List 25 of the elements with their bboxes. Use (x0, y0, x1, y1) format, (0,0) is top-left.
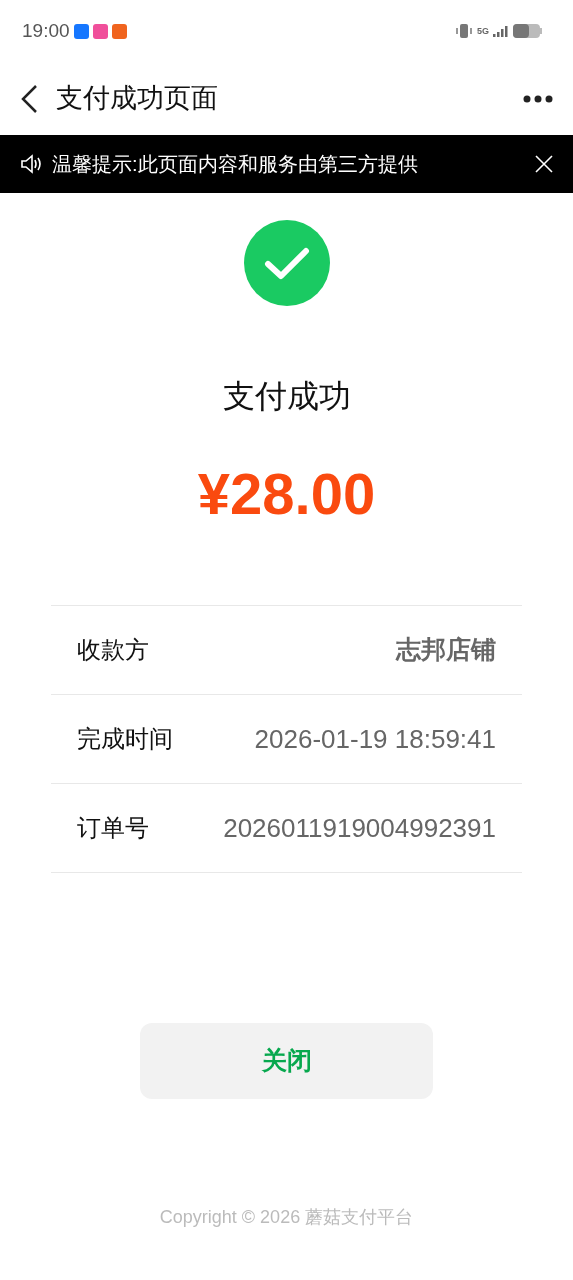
app-notification-icon (92, 23, 108, 39)
detail-label: 收款方 (77, 635, 149, 665)
network-label: 5G (477, 26, 489, 36)
detail-value: 志邦店铺 (396, 634, 496, 666)
vibrate-icon (455, 23, 473, 39)
close-icon[interactable] (535, 155, 553, 173)
page-title: 支付成功页面 (56, 82, 218, 116)
copyright-text: Copyright © 2026 蘑菇支付平台 (159, 1206, 414, 1229)
detail-value: 2026-01-19 18:59:41 (254, 722, 496, 756)
battery-icon (513, 23, 543, 39)
notice-text: 温馨提示:此页面内容和服务由第三方提供 (52, 152, 418, 177)
signal-icon (493, 25, 509, 37)
close-button[interactable]: 关闭 (140, 1023, 433, 1099)
app-notification-icon (73, 23, 89, 39)
result-title: 支付成功 (222, 377, 351, 416)
detail-value: 2026011919004992391 (223, 811, 496, 845)
more-icon[interactable] (523, 94, 553, 103)
success-check-icon (243, 220, 330, 306)
amount: ¥28.00 (197, 460, 376, 528)
detail-label: 完成时间 (77, 724, 173, 754)
speaker-icon (20, 154, 44, 174)
status-time: 19:00 (22, 18, 70, 43)
detail-label: 订单号 (77, 813, 149, 843)
back-icon[interactable] (20, 83, 40, 114)
app-notification-icon (111, 23, 127, 39)
